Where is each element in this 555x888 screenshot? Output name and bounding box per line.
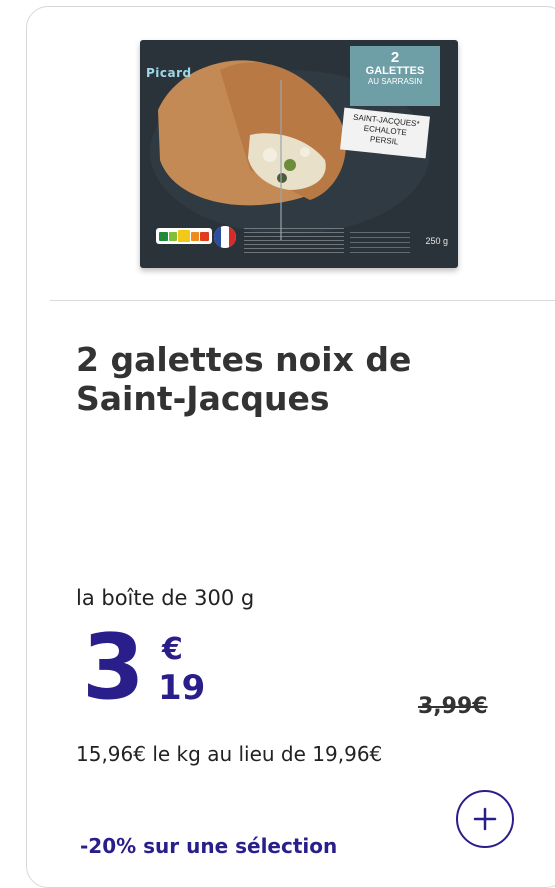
badge-number: 2 <box>390 49 400 66</box>
price-cents: 19 <box>158 668 206 708</box>
badge-title: GALETTES <box>365 65 425 77</box>
brand-logo: Picard <box>146 66 192 80</box>
package-fine-print <box>244 228 344 254</box>
nutri-score-icon <box>156 228 212 244</box>
package-badge: 2 GALETTES AU SARRASIN <box>350 46 440 106</box>
price-per-kg: 15,96€ le kg au lieu de 19,96€ <box>76 742 383 766</box>
unit-label: la boîte de 300 g <box>76 586 255 610</box>
price-integer: 3 <box>82 615 145 720</box>
package-weight: 250 g <box>425 236 448 246</box>
product-title[interactable]: 2 galettes noix de Saint-Jacques <box>76 340 516 418</box>
package-fine-print <box>350 232 410 254</box>
promotion-label: -20% sur une sélection <box>80 834 338 858</box>
french-flag-icon <box>214 226 236 248</box>
price-currency: € <box>162 632 183 667</box>
add-to-cart-button[interactable] <box>456 790 514 848</box>
product-image[interactable]: Picard 2 GALETTES AU SARRASIN SAINT-JACQ… <box>140 40 458 268</box>
old-price: 3,99€ <box>418 694 488 719</box>
badge-subtitle: AU SARRASIN <box>367 77 423 86</box>
divider <box>50 300 555 301</box>
plus-icon <box>473 807 497 831</box>
flavor-tag: SAINT-JACQUES* ECHALOTE PERSIL <box>340 107 430 159</box>
